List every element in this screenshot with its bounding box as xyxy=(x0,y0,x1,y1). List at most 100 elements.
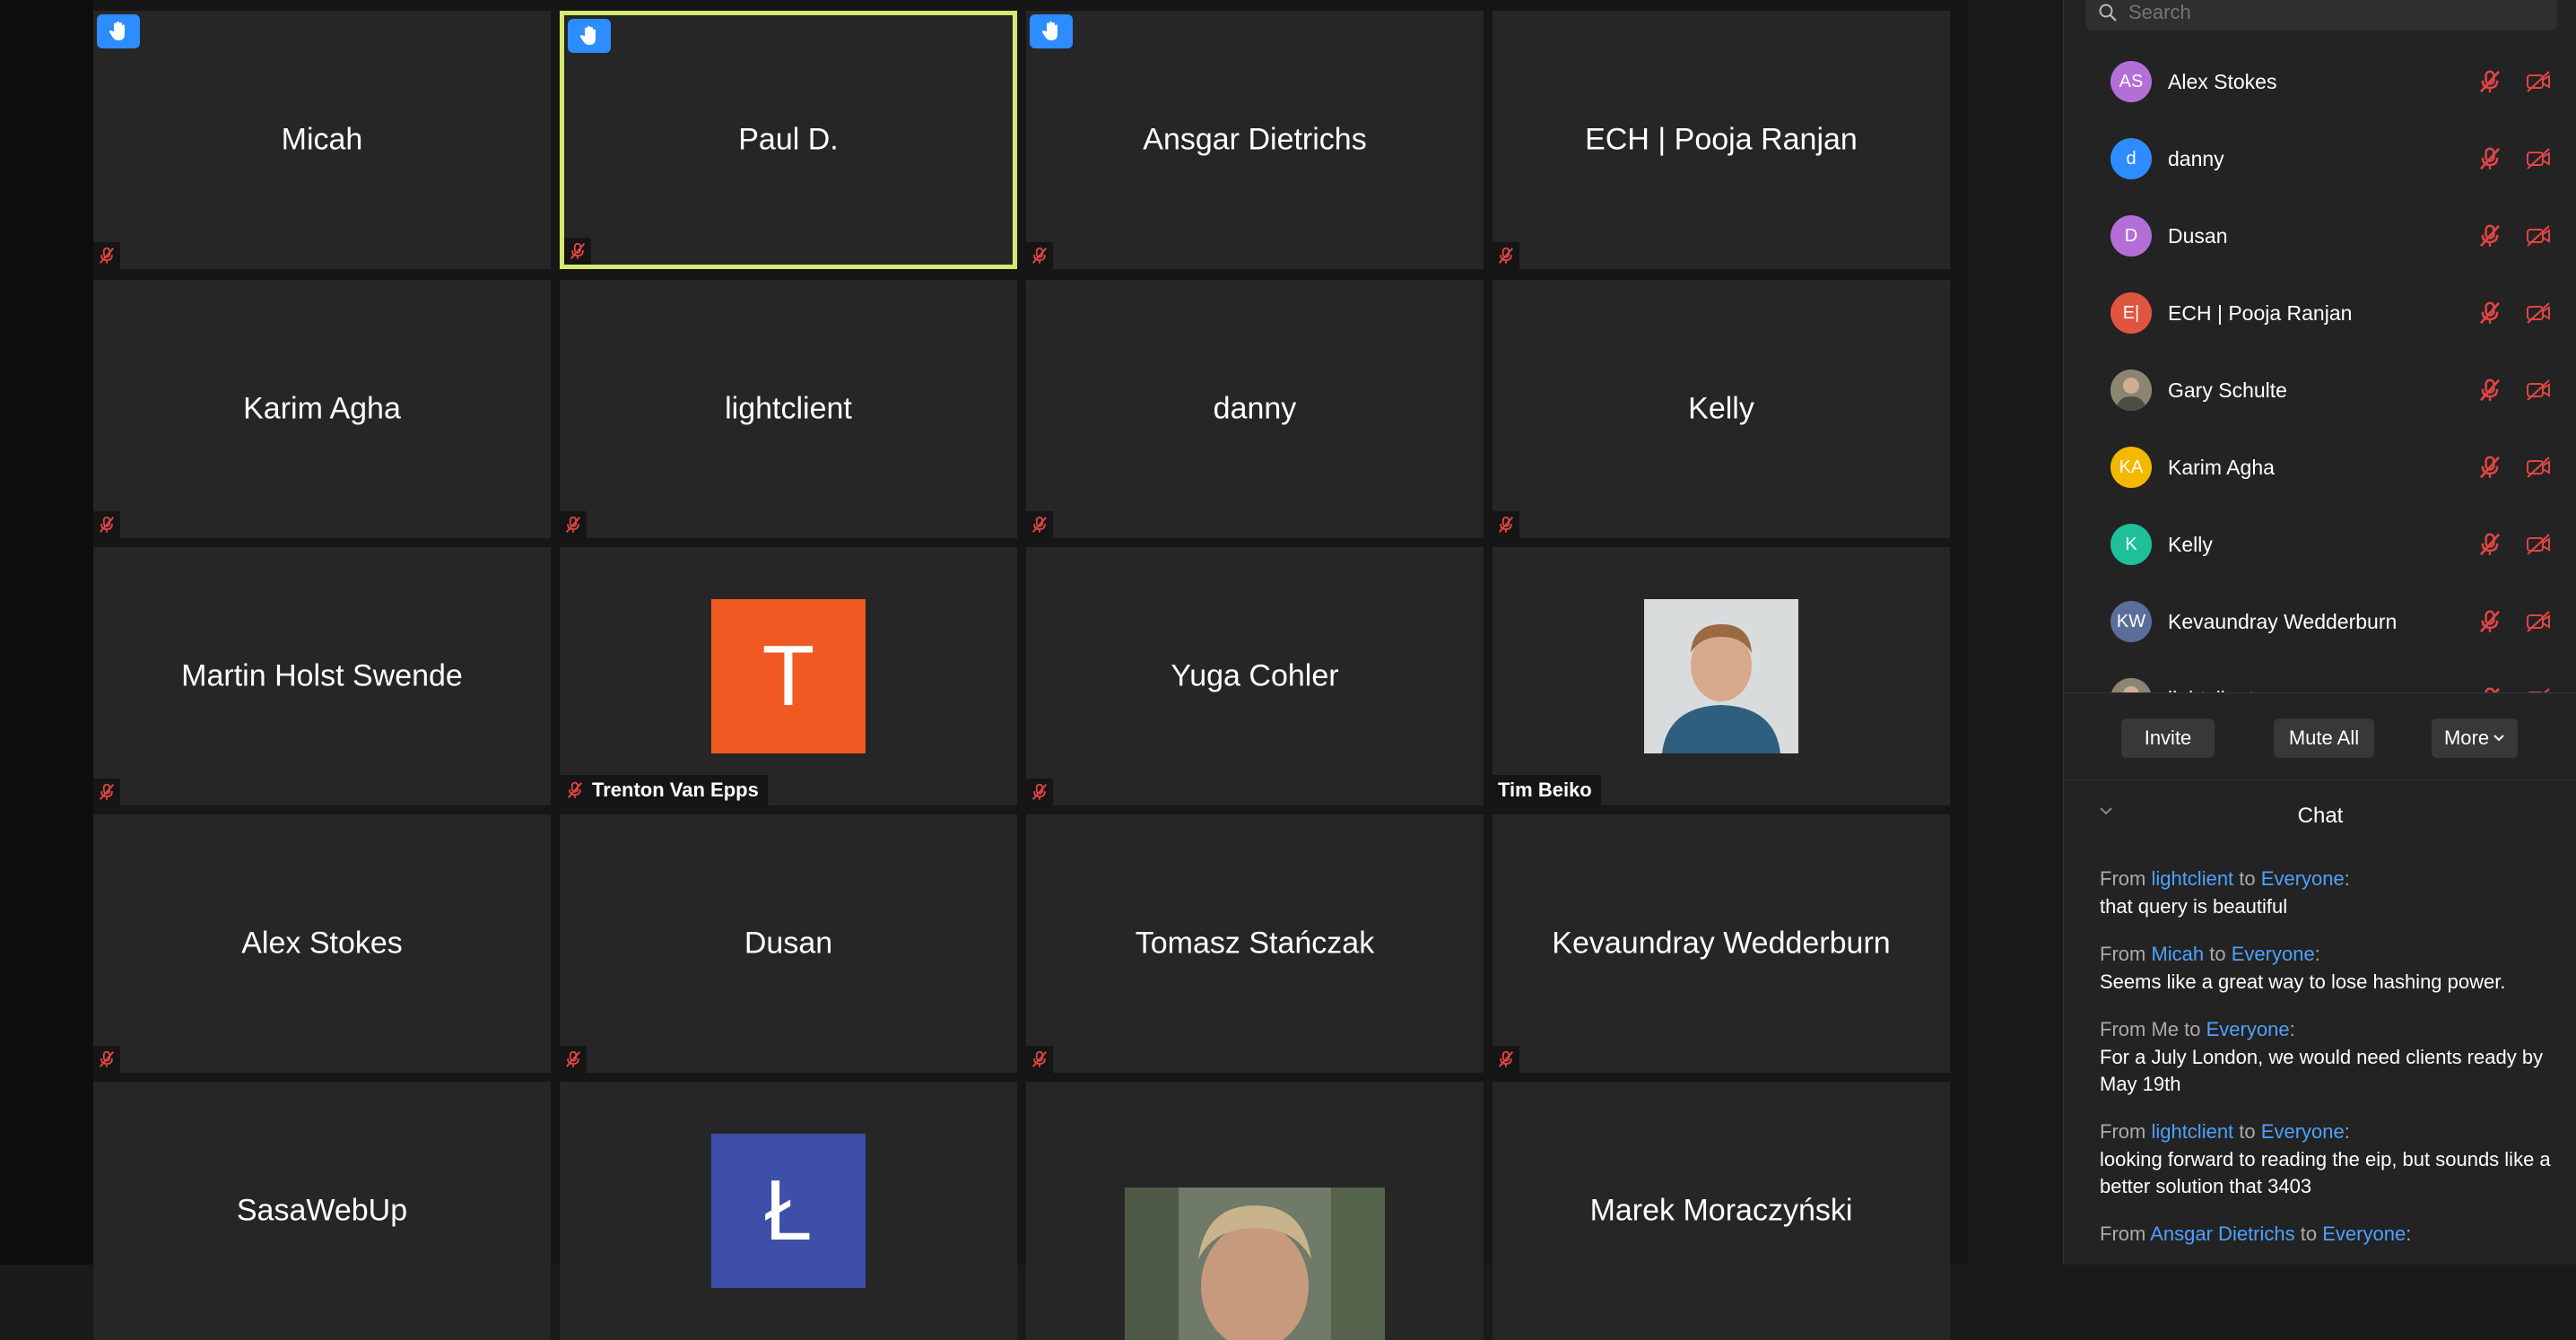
participant-row[interactable]: AS Alex Stokes xyxy=(2064,43,2576,120)
participant-tile[interactable]: Kevaundray Wedderburn xyxy=(1493,814,1950,1073)
video-off-icon xyxy=(2527,302,2550,324)
chat-recipient[interactable]: Everyone xyxy=(2206,1018,2290,1040)
participant-row[interactable]: KW Kevaundray Wedderburn xyxy=(2064,583,2576,660)
participant-name: SasaWebUp xyxy=(236,1193,408,1228)
participant-name: Ansgar Dietrichs xyxy=(1143,122,1367,157)
participant-tile[interactable]: Karim Agha xyxy=(93,280,551,538)
participant-row[interactable]: K Kelly xyxy=(2064,506,2576,583)
participant-tile[interactable]: Tim Beiko xyxy=(1493,547,1950,805)
chat-sender[interactable]: lightclient xyxy=(2151,1120,2233,1143)
invite-button[interactable]: Invite xyxy=(2121,718,2215,758)
participant-name: Paul D. xyxy=(738,122,839,157)
muted-mic-icon xyxy=(1498,1050,1514,1067)
chat-recipient[interactable]: Everyone xyxy=(2232,943,2315,965)
muted-mic-icon xyxy=(2479,610,2501,633)
chat-message-header: From lightclient to Everyone: xyxy=(2100,1120,2350,1143)
video-off-icon xyxy=(2527,71,2550,92)
muted-mic-icon xyxy=(2485,687,2501,692)
muted-mic-icon xyxy=(2479,147,2501,170)
from-word: From xyxy=(2100,1120,2146,1143)
participant-row[interactable]: Gary Schulte xyxy=(2064,352,2576,429)
more-label: More xyxy=(2443,727,2490,749)
participant-list[interactable]: AS Alex Stokes d danny D Dusan E| ECH | … xyxy=(2064,43,2576,692)
participant-status-icons xyxy=(2476,300,2552,326)
from-word: From xyxy=(2100,1223,2146,1245)
participant-name: Karim Agha xyxy=(2168,455,2275,479)
chat-header: Chat xyxy=(2064,789,2576,843)
participant-name: Alex Stokes xyxy=(241,926,403,961)
participant-row[interactable]: d danny xyxy=(2064,120,2576,197)
raised-hand-icon xyxy=(579,26,596,45)
participant-status-icons xyxy=(2476,454,2552,481)
participant-row[interactable]: KA Karim Agha xyxy=(2064,429,2576,506)
participant-tile[interactable]: Micah xyxy=(93,11,551,269)
chat-recipient[interactable]: Everyone xyxy=(2261,867,2345,890)
avatar-initials: d xyxy=(2126,148,2137,169)
chat-message: From Ansgar Dietrichs to Everyone: xyxy=(2100,1220,2566,1249)
chat-message: From lightclient to Everyone: looking fo… xyxy=(2100,1118,2566,1200)
chat-sender[interactable]: Micah xyxy=(2151,943,2204,965)
participant-tile[interactable]: Tomasz Stańczak xyxy=(1026,814,1484,1073)
video-off-icon xyxy=(2527,534,2550,555)
mute-all-button[interactable]: Mute All xyxy=(2274,718,2374,758)
participant-tile[interactable]: SasaWebUp xyxy=(93,1082,551,1340)
raised-hand-icon xyxy=(1041,22,1057,40)
chat-sender[interactable]: lightclient xyxy=(2151,867,2233,890)
muted-mic-icon xyxy=(567,781,583,798)
chat-sender[interactable]: Ansgar Dietrichs xyxy=(2150,1223,2294,1245)
participant-tile[interactable]: Yuga Cohler xyxy=(1026,547,1484,805)
participant-name: Yuga Cohler xyxy=(1171,658,1339,693)
participant-tile[interactable]: Ansgar Dietrichs xyxy=(1026,11,1484,269)
participant-tile[interactable]: Marek Moraczyński xyxy=(1493,1082,1950,1340)
participant-tile[interactable]: Alex Stokes xyxy=(93,814,551,1073)
participant-tile[interactable]: Kelly xyxy=(1493,280,1950,538)
participant-search[interactable] xyxy=(2085,0,2557,30)
participant-status-icons xyxy=(2476,608,2552,635)
participant-tile[interactable]: Martin Holst Swende xyxy=(93,547,551,805)
chat-message-text: that query is beautiful xyxy=(2100,895,2288,918)
video-off-icon xyxy=(2527,148,2550,170)
mute-badge xyxy=(93,1046,120,1073)
chat-recipient[interactable]: Everyone xyxy=(2322,1223,2406,1245)
search-input[interactable] xyxy=(2127,0,2525,25)
participant-tile[interactable]: Dusan xyxy=(560,814,1017,1073)
muted-mic-icon xyxy=(99,783,115,800)
raised-hand-badge xyxy=(568,19,611,53)
chat-message: From lightclient to Everyone: that query… xyxy=(2100,865,2566,920)
participant-tile[interactable]: Paul D. xyxy=(560,11,1017,269)
avatar-initials: E| xyxy=(2122,302,2140,323)
participant-row[interactable]: E| ECH | Pooja Ranjan xyxy=(2064,274,2576,352)
participant-row[interactable]: D Dusan xyxy=(2064,197,2576,274)
participant-tile[interactable]: lightclient xyxy=(560,280,1017,538)
avatar: T xyxy=(711,599,866,753)
participant-name: Martin Holst Swende xyxy=(181,658,463,693)
participant-tile[interactable]: danny xyxy=(1026,280,1484,538)
participant-status-icons xyxy=(2476,377,2552,404)
avatar-initials: AS xyxy=(2119,71,2144,91)
chat-title: Chat xyxy=(2297,804,2344,828)
participant-row[interactable]: lightclient xyxy=(2064,660,2576,692)
participant-tile[interactable]: ECH | Pooja Ranjan xyxy=(1493,11,1950,269)
muted-mic-icon xyxy=(1031,247,1048,264)
participant-name: Micah xyxy=(281,122,363,157)
avatar: AS xyxy=(2110,61,2152,102)
mute-badge xyxy=(1493,242,1519,269)
chat-recipient[interactable]: Everyone xyxy=(2261,1120,2345,1143)
muted-mic-icon xyxy=(2479,456,2501,479)
participant-tile[interactable] xyxy=(1026,1082,1484,1340)
participant-name: Kevaundray Wedderburn xyxy=(2168,609,2398,633)
mute-badge xyxy=(560,511,587,538)
avatar: K xyxy=(2110,524,2152,565)
more-button[interactable]: More xyxy=(2432,718,2518,758)
participant-name: danny xyxy=(1213,391,1297,426)
to-word: to xyxy=(2239,1120,2256,1143)
avatar: Ł xyxy=(711,1134,866,1288)
avatar xyxy=(2110,678,2152,692)
participant-tile[interactable]: Ł xyxy=(560,1082,1017,1340)
chat-sender[interactable]: Me xyxy=(2151,1018,2179,1040)
muted-mic-icon xyxy=(2479,301,2501,325)
chevron-down-icon xyxy=(2493,735,2504,742)
from-word: From xyxy=(2100,1018,2146,1040)
participant-tile[interactable]: T Trenton Van Epps xyxy=(560,547,1017,805)
raised-hand-icon xyxy=(109,22,125,40)
